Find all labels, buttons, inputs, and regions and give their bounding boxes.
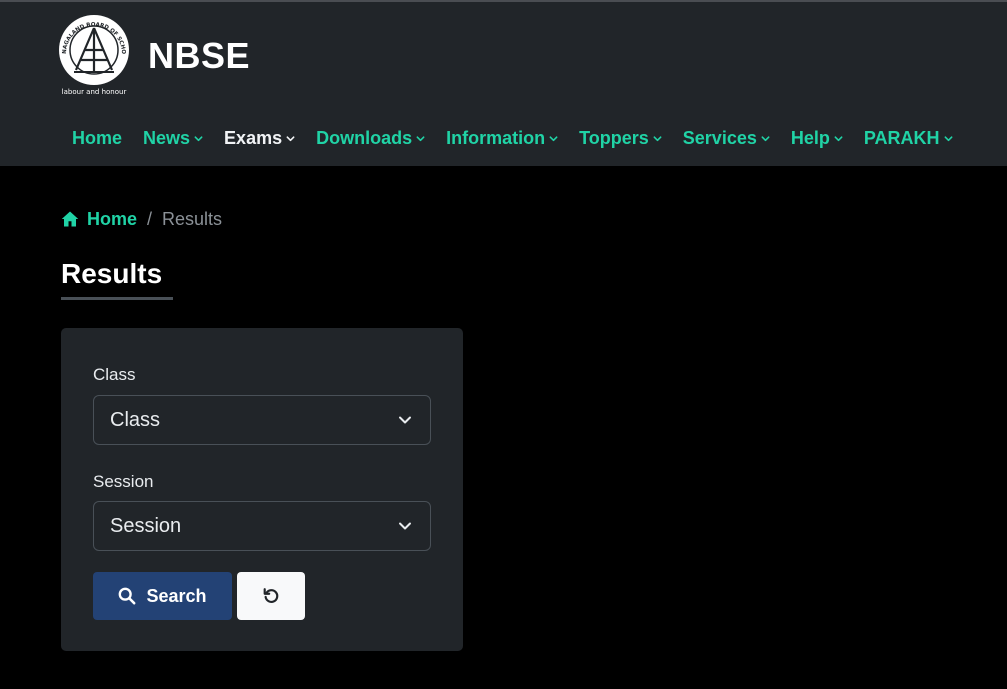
search-button[interactable]: Search: [93, 572, 232, 620]
session-select[interactable]: Session: [93, 501, 431, 551]
page-title: Results: [61, 258, 163, 289]
nav-item-label: Services: [682, 127, 757, 148]
home-icon: [61, 211, 79, 227]
search-button-label: Search: [146, 585, 207, 606]
reset-button[interactable]: [237, 572, 305, 620]
session-label: Session: [93, 472, 154, 491]
logo-motto: labour and honour: [62, 88, 127, 96]
chevron-down-icon: [944, 135, 953, 141]
nav-item-services[interactable]: Services: [683, 128, 770, 149]
nav-item-label: Toppers: [579, 127, 649, 148]
class-select[interactable]: Class: [93, 395, 431, 445]
nav-item-label: PARAKH: [863, 127, 940, 148]
nav-item-help[interactable]: Help: [791, 128, 843, 149]
session-select-value: Session: [110, 514, 182, 537]
breadcrumb-home-link[interactable]: Home: [61, 209, 137, 230]
nav-item-label: Help: [790, 127, 830, 148]
search-icon: [119, 587, 136, 605]
nbse-seal-logo[interactable]: NAGALAND BOARD OF SCHOOL EDUCATION labou…: [56, 14, 132, 96]
main-nav: Home News Exams Downloads Information Toppers…: [72, 126, 974, 150]
title-underline: [61, 297, 173, 300]
chevron-down-icon: [416, 135, 425, 141]
breadcrumb-separator: /: [147, 208, 153, 229]
results-form-card: Class Class Session Session Search: [61, 328, 463, 651]
chevron-down-icon: [549, 135, 558, 141]
chevron-down-icon: [761, 135, 770, 141]
nav-item-label: Exams: [224, 127, 283, 148]
chevron-down-icon: [286, 135, 295, 141]
chevron-down-icon: [194, 135, 203, 141]
chevron-down-icon: [399, 522, 411, 530]
nav-item-toppers[interactable]: Toppers: [579, 128, 662, 149]
nav-item-information[interactable]: Information: [446, 128, 558, 149]
reset-icon: [263, 588, 279, 603]
nav-item-label: Home: [72, 127, 123, 148]
class-select-value: Class: [110, 408, 161, 431]
chevron-down-icon: [653, 135, 662, 141]
site-brand[interactable]: NBSE: [148, 35, 250, 77]
nav-item-exams[interactable]: Exams: [224, 128, 295, 149]
breadcrumb-current: Results: [162, 208, 223, 229]
chevron-down-icon: [834, 135, 843, 141]
class-label: Class: [93, 365, 136, 384]
breadcrumb: Home / Results: [61, 207, 222, 231]
chevron-down-icon: [399, 416, 411, 424]
nav-item-news[interactable]: News: [143, 128, 203, 149]
site-header: NAGALAND BOARD OF SCHOOL EDUCATION labou…: [0, 2, 1007, 166]
nav-item-label: News: [143, 127, 191, 148]
nav-item-home[interactable]: Home: [72, 128, 122, 149]
nav-item-label: Information: [446, 127, 546, 148]
breadcrumb-home-label: Home: [87, 208, 138, 229]
nav-item-parakh[interactable]: PARAKH: [864, 128, 953, 149]
nav-item-downloads[interactable]: Downloads: [316, 128, 425, 149]
nav-item-label: Downloads: [316, 127, 413, 148]
